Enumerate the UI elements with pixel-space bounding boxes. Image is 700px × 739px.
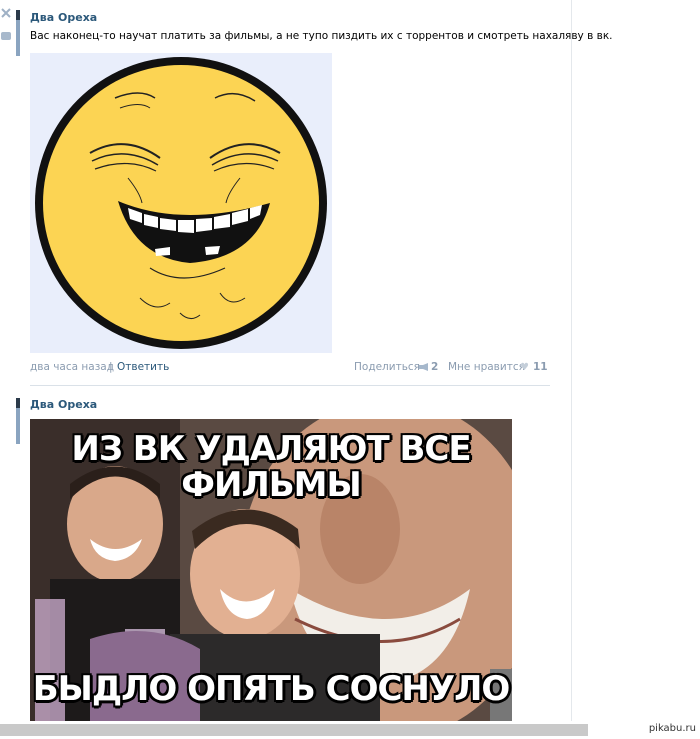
reply-link[interactable]: Ответить <box>117 361 169 373</box>
comment-icon[interactable] <box>1 32 11 40</box>
close-icon[interactable] <box>1 8 11 18</box>
post-timestamp[interactable]: два часа назад <box>30 361 114 373</box>
megaphone-icon[interactable] <box>419 363 429 371</box>
post-divider <box>30 385 550 386</box>
meme-caption-top: ИЗ ВК УДАЛЯЮТ ВСЕ ФИЛЬМЫ <box>71 429 471 505</box>
post-image-meme[interactable]: ИЗ ВК УДАЛЯЮТ ВСЕ ФИЛЬМЫ БЫДЛО ОПЯТЬ СОС… <box>30 419 512 721</box>
wall-post: Два Ореха ИЗ ВК УДАЛЯЮТ ВСЕ ФИЛЬМЫ БЫДЛО… <box>0 392 572 721</box>
share-link[interactable]: Поделиться <box>354 361 420 373</box>
like-count: 11 <box>533 361 548 373</box>
post-author[interactable]: Два Ореха <box>30 398 97 411</box>
wall-post: Два Ореха Вас наконец-то научат платить … <box>0 0 613 386</box>
watermark: pikabu.ru <box>648 723 696 734</box>
share-count: 2 <box>431 361 439 373</box>
meta-separator: | <box>109 361 113 373</box>
like-link[interactable]: Мне нравится <box>448 361 525 373</box>
post-image-smiley[interactable] <box>30 53 332 353</box>
scrollbar-thumb[interactable] <box>0 724 588 736</box>
horizontal-scrollbar[interactable] <box>0 721 590 739</box>
post-accent-bar-top <box>16 10 20 20</box>
wall-feed: Два Ореха Вас наконец-то научат платить … <box>0 0 613 721</box>
meme-caption-bottom: БЫДЛО ОПЯТЬ СОСНУЛО <box>32 669 511 709</box>
post-text: Вас наконец-то научат платить за фильмы,… <box>30 30 613 42</box>
laughing-smiley-icon <box>35 57 327 349</box>
post-meta: два часа назад | Ответить Поделиться 2 М… <box>30 361 550 375</box>
post-accent-bar-top <box>16 398 20 408</box>
heart-icon[interactable]: ♥ <box>520 362 529 373</box>
post-author[interactable]: Два Ореха <box>30 11 97 24</box>
